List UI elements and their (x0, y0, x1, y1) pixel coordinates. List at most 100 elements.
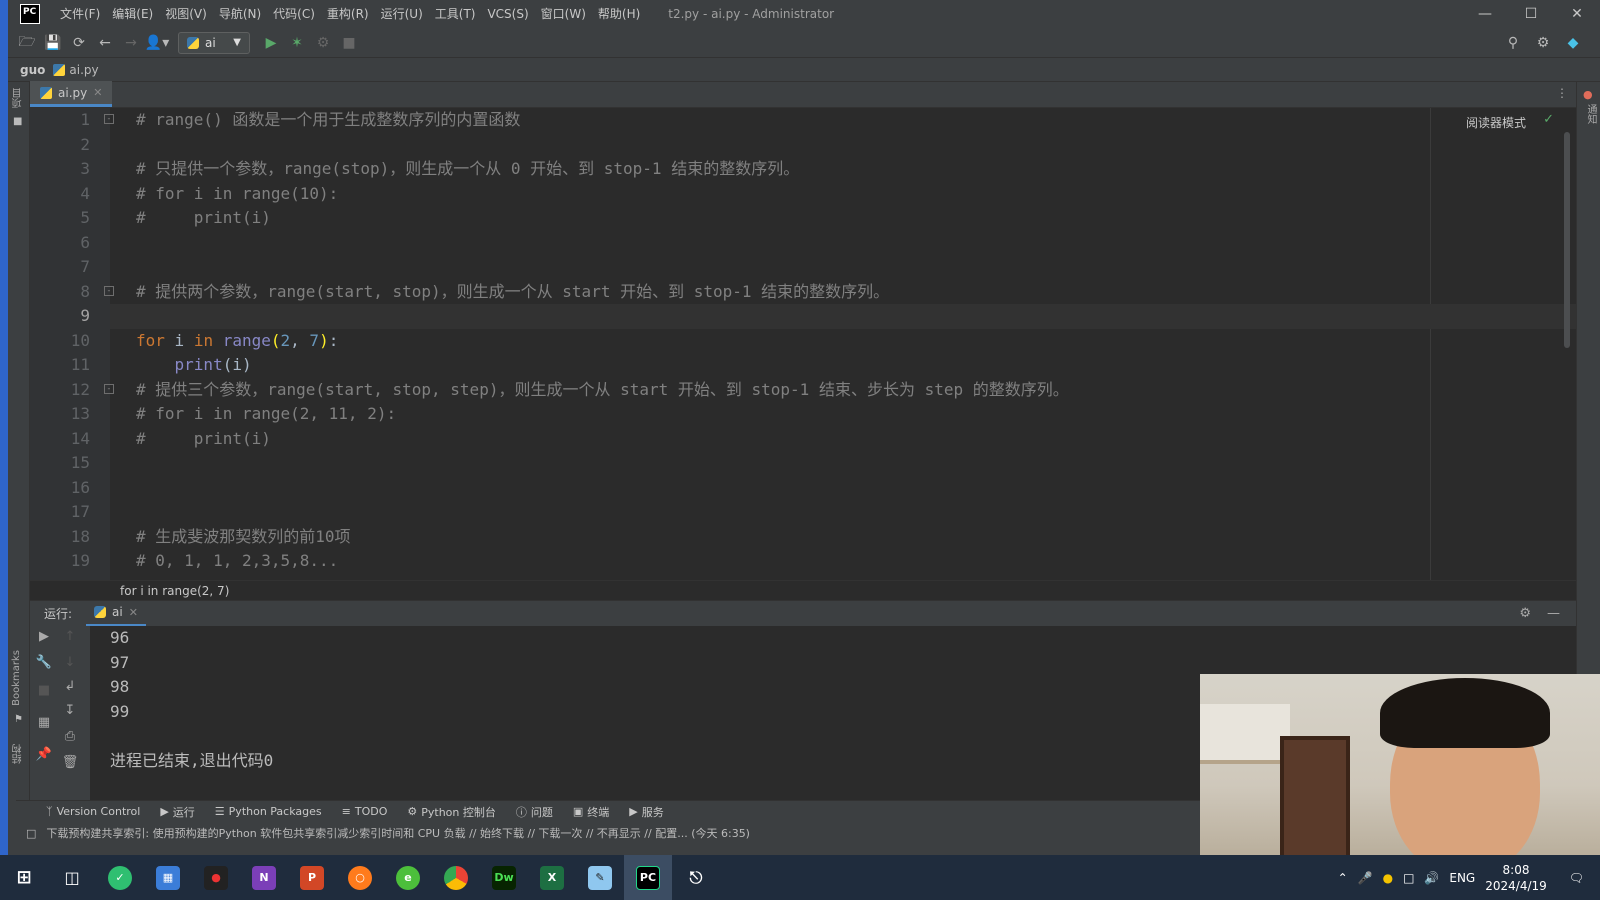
code-lines: # range() 函数是一个用于生成整数序列的内置函数 # 只提供一个参数，r… (110, 108, 1576, 580)
notifications-tool-label[interactable]: 通知 (1583, 104, 1598, 124)
gear-icon[interactable]: ⚙ (1519, 606, 1531, 621)
notification-center-icon[interactable]: 🗨 (1569, 871, 1584, 885)
tool-run[interactable]: ▶ 运行 (160, 804, 194, 820)
menu-code[interactable]: 代码(C) (267, 0, 321, 28)
breadcrumb-project[interactable]: guo (20, 63, 45, 77)
network-icon[interactable]: □ (1403, 871, 1414, 885)
project-tool-label[interactable]: 项目 (11, 88, 26, 108)
console-line: 97 (110, 652, 130, 672)
arrow-up-icon[interactable]: ↑ (60, 626, 80, 646)
close-tab-icon[interactable]: ✕ (129, 606, 138, 619)
trash-icon[interactable]: 🗑 (60, 752, 80, 772)
menu-refactor[interactable]: 重构(R) (321, 0, 375, 28)
pin-icon[interactable]: 📌 (34, 744, 54, 764)
menu-view[interactable]: 视图(V) (159, 0, 213, 28)
stop-icon[interactable]: ■ (336, 31, 362, 55)
open-folder-icon[interactable]: 🗁 (14, 31, 40, 55)
menu-file[interactable]: 文件(F) (54, 0, 106, 28)
chevron-up-icon[interactable]: ⌃ (1338, 871, 1348, 885)
tray-app-icon[interactable]: ● (1383, 871, 1393, 885)
task-view-icon[interactable]: ◫ (48, 855, 96, 900)
wrench-icon[interactable]: 🔧 (34, 652, 54, 672)
breadcrumb-file[interactable]: ai.py (69, 63, 98, 77)
info-icon: ⓘ (515, 805, 527, 819)
forward-arrow-icon[interactable]: → (118, 31, 144, 55)
bilibili-icon[interactable]: ⎋ (672, 855, 720, 900)
calculator-icon[interactable]: ▦ (144, 855, 192, 900)
run-icon[interactable]: ▶ (258, 31, 284, 55)
soft-wrap-icon[interactable]: ↲ (60, 676, 80, 696)
menu-help[interactable]: 帮助(H) (592, 0, 646, 28)
run-tab-ai[interactable]: ai ✕ (86, 601, 146, 627)
code-breadcrumb[interactable]: for i in range(2, 7) (30, 580, 1576, 600)
folder-icon[interactable]: ■ (13, 116, 22, 127)
check-icon[interactable]: ✓ (1543, 112, 1554, 127)
chrome-icon[interactable] (432, 855, 480, 900)
status-message[interactable]: 下载预构建共享索引: 使用预构建的Python 软件包共享索引减少索引时间和 C… (46, 825, 750, 841)
stop-icon[interactable]: ■ (34, 680, 54, 700)
structure-tool-label[interactable]: 结构 (11, 744, 26, 764)
notepad-icon[interactable]: ✎ (576, 855, 624, 900)
back-arrow-icon[interactable]: ← (92, 31, 118, 55)
coverage-icon[interactable]: ⚙ (310, 31, 336, 55)
menu-edit[interactable]: 编辑(E) (106, 0, 159, 28)
line-number: 18 (70, 526, 90, 546)
rerun-icon[interactable]: ▶ (34, 626, 54, 646)
debug-icon[interactable]: ✶ (284, 31, 310, 55)
powerpoint-icon[interactable]: P (288, 855, 336, 900)
reader-mode-toggle[interactable]: 阅读器模式 (1466, 114, 1526, 131)
clock[interactable]: 8:08 2024/4/19 (1485, 862, 1547, 894)
close-window-icon[interactable]: ✕ (1554, 0, 1600, 28)
tool-services[interactable]: ▶ 服务 (629, 804, 663, 820)
menu-tools[interactable]: 工具(T) (429, 0, 482, 28)
save-icon[interactable]: 💾 (40, 31, 66, 55)
tool-python-packages[interactable]: ☰ Python Packages (215, 805, 322, 818)
tab-ai-py[interactable]: ai.py ✕ (30, 81, 113, 107)
app-icon-green[interactable]: ✓ (96, 855, 144, 900)
onenote-icon[interactable]: N (240, 855, 288, 900)
minimize-icon[interactable]: — (1462, 0, 1508, 28)
status-toggle-icon[interactable]: □ (26, 827, 36, 840)
user-icon[interactable]: 👤▾ (144, 31, 170, 55)
tool-python-console[interactable]: ⚙ Python 控制台 (407, 804, 496, 820)
tool-problems[interactable]: ⓘ 问题 (516, 804, 553, 820)
bookmarks-tool-label[interactable]: Bookmarks (11, 650, 22, 706)
pycharm-taskbar-icon[interactable]: PC (624, 855, 672, 900)
console-output[interactable]: 96 97 98 99 进程已结束,退出代码0 (110, 626, 273, 773)
dreamweaver-icon[interactable]: Dw (480, 855, 528, 900)
minimize-panel-icon[interactable]: — (1547, 606, 1560, 621)
arrow-down-icon[interactable]: ↓ (60, 652, 80, 672)
search-icon[interactable]: ⚲ (1500, 31, 1526, 55)
volume-icon[interactable]: 🔊 (1424, 871, 1439, 885)
print-icon[interactable]: ⎙ (60, 726, 80, 746)
tool-todo[interactable]: ≡ TODO (342, 805, 388, 818)
menu-run[interactable]: 运行(U) (375, 0, 429, 28)
close-tab-icon[interactable]: ✕ (93, 86, 102, 99)
windows-start-icon[interactable]: ⊞ (0, 855, 48, 900)
code-editor[interactable]: 1 2 3 4 5 6 7 8 9 10 11 12 13 14 15 16 1… (30, 108, 1576, 580)
microphone-icon[interactable]: 🎤 (1358, 871, 1373, 885)
jetbrains-ai-icon[interactable]: ◆ (1560, 31, 1586, 55)
menu-navigate[interactable]: 导航(N) (213, 0, 267, 28)
menu-window[interactable]: 窗口(W) (535, 0, 592, 28)
browser-green-icon[interactable]: e (384, 855, 432, 900)
menu-vcs[interactable]: VCS(S) (481, 0, 534, 28)
tool-version-control[interactable]: ᛉ Version Control (46, 805, 140, 818)
window-title: t2.py - ai.py - Administrator (668, 7, 835, 21)
editor-scrollbar[interactable] (1564, 132, 1570, 348)
bookmark-icon[interactable]: ⚑ (14, 714, 23, 725)
scroll-to-end-icon[interactable]: ↧ (60, 700, 80, 720)
notifications-icon[interactable]: ● (1583, 88, 1593, 101)
sync-icon[interactable]: ⟳ (66, 31, 92, 55)
gear-icon[interactable]: ⚙ (1530, 31, 1556, 55)
code-line: # 提供三个参数，range(start, stop, step)，则生成一个从… (136, 379, 1069, 399)
layout-icon[interactable]: ▦ (34, 712, 54, 732)
more-vertical-icon[interactable]: ⋮ (1556, 86, 1568, 100)
run-configuration-select[interactable]: ai ▼ (178, 31, 250, 54)
tool-terminal[interactable]: ▣ 终端 (573, 804, 609, 820)
recorder-icon[interactable]: ● (192, 855, 240, 900)
input-language[interactable]: ENG (1449, 871, 1475, 885)
firefox-icon[interactable]: ○ (336, 855, 384, 900)
excel-icon[interactable]: X (528, 855, 576, 900)
maximize-icon[interactable]: ☐ (1508, 0, 1554, 28)
